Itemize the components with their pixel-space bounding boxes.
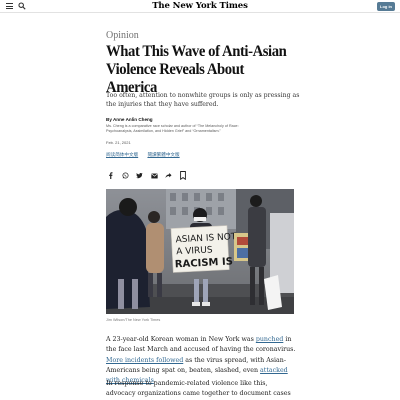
more-incidents-link[interactable]: More incidents followed — [106, 357, 183, 364]
login-button[interactable]: Log in — [377, 2, 395, 11]
body-paragraph-2: In response to pandemic-related violence… — [106, 380, 291, 398]
language-links: 阅读简体中文版 閱讀繁體中文版 — [106, 152, 188, 158]
facebook-icon[interactable] — [106, 171, 115, 180]
protest-photo-illustration: ASIAN IS NOT A VIRUS RACISM IS — [106, 189, 294, 314]
share-bar — [106, 171, 193, 180]
sign-line-2: A VIRUS — [176, 245, 213, 257]
photo-caption: Jim Wilson/The New York Times — [106, 318, 161, 322]
whatsapp-icon[interactable] — [121, 171, 130, 180]
top-bar: The New York Times Log in — [0, 0, 400, 13]
twitter-icon[interactable] — [135, 171, 144, 180]
publish-date: Feb. 21, 2021 — [106, 140, 131, 145]
share-icon[interactable] — [164, 171, 173, 180]
section-label[interactable]: Opinion — [106, 30, 139, 41]
simplified-chinese-link[interactable]: 阅读简体中文版 — [106, 152, 138, 157]
hero-photo: ASIAN IS NOT A VIRUS RACISM IS — [106, 189, 294, 314]
masthead-logo[interactable]: The New York Times — [0, 1, 400, 11]
p1-text-1: A 23-year-old Korean woman in New York w… — [106, 336, 256, 343]
byline[interactable]: By Anne Anlin Cheng — [106, 117, 153, 122]
bookmark-icon[interactable] — [179, 171, 188, 180]
headline: What This Wave of Anti-Asian Violence Re… — [106, 43, 287, 96]
author-bio: Ms. Cheng is a comparative race scholar … — [106, 124, 239, 133]
traditional-chinese-link[interactable]: 閱讀繁體中文版 — [147, 152, 179, 157]
summary: Too often, attention to nonwhite groups … — [106, 92, 300, 108]
punched-link[interactable]: punched — [256, 336, 283, 343]
email-icon[interactable] — [150, 171, 159, 180]
